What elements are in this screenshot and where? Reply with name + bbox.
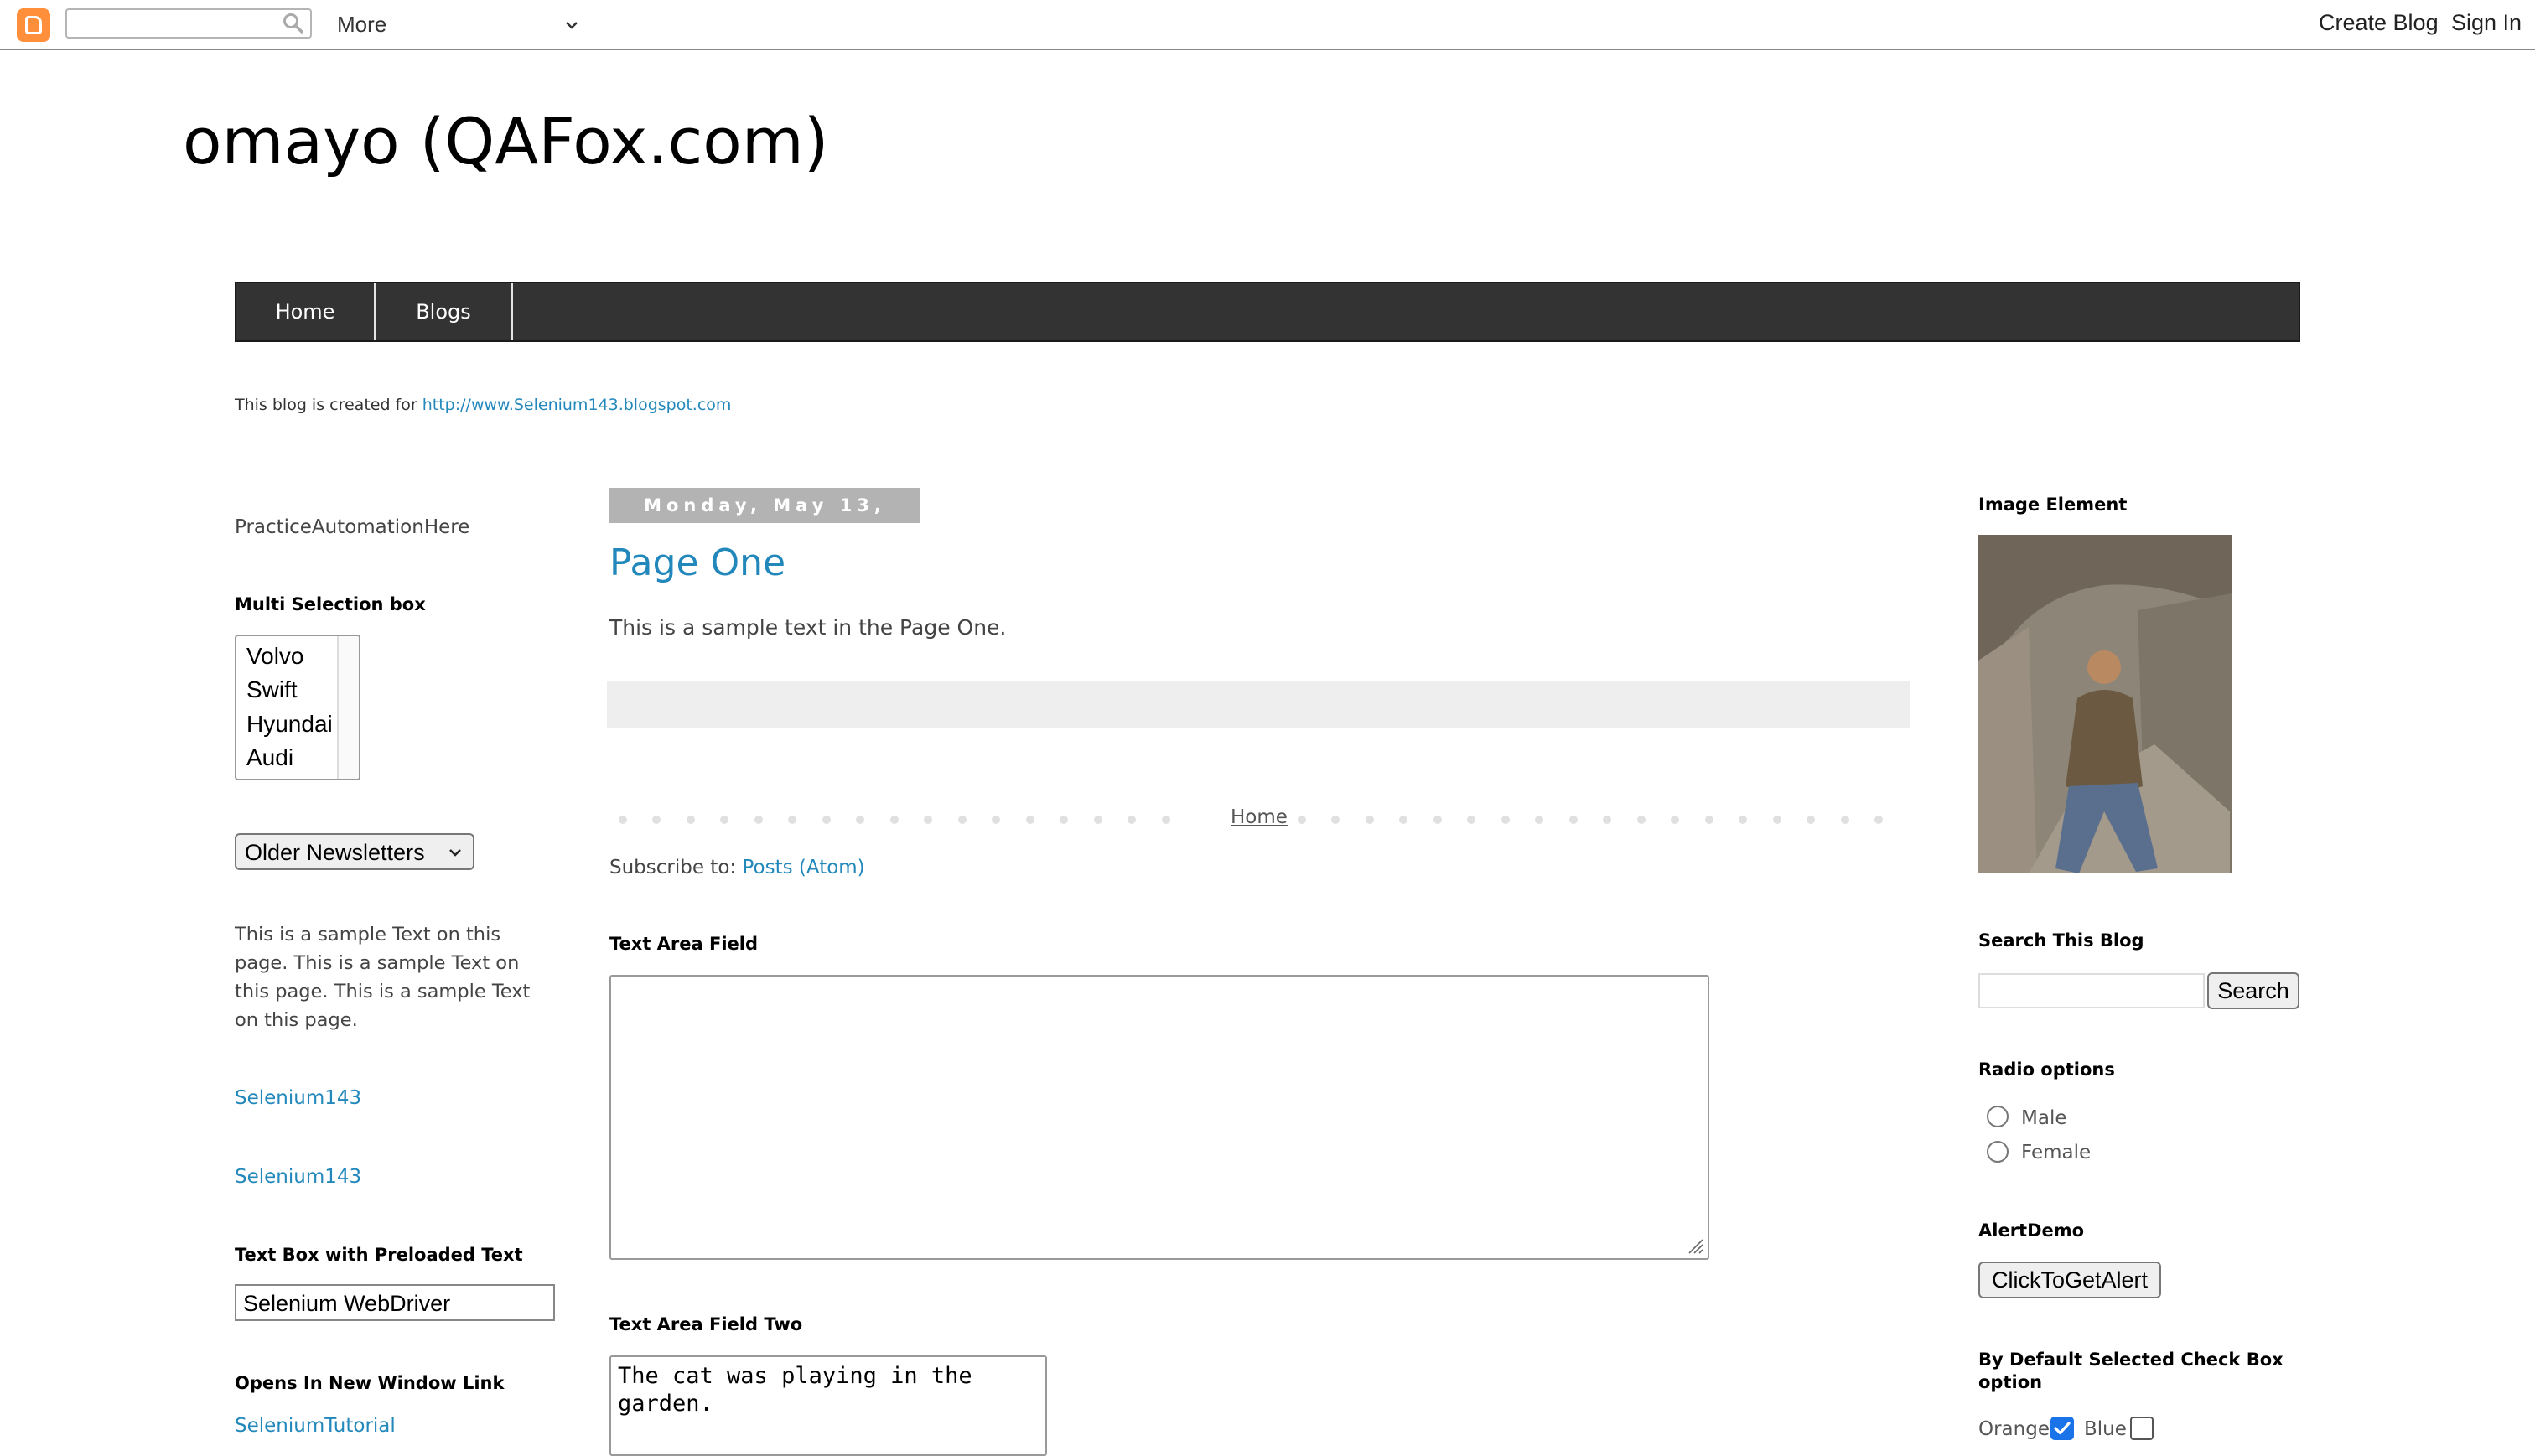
practice-automation-text: PracticeAutomationHere — [235, 516, 470, 538]
subscribe-text: Subscribe to: — [609, 857, 743, 878]
post-body: This is a sample text in the Page One. — [609, 615, 1007, 640]
search-button[interactable]: Search — [2207, 972, 2299, 1009]
resize-grip-icon[interactable] — [1686, 1236, 1704, 1255]
checkbox-heading: By Default Selected Check Box — [1978, 1350, 2284, 1370]
blue-checkbox-label: Blue — [2084, 1418, 2127, 1440]
more-menu[interactable]: More — [337, 12, 386, 38]
blogger-navbar: More Create Blog Sign In — [0, 0, 2535, 50]
page-tabs: Home Blogs — [235, 282, 2300, 342]
post-date-header: Monday, May 13, 2013 — [609, 488, 920, 551]
text-area-field[interactable] — [609, 975, 1709, 1260]
select-option-audi[interactable]: Audi — [246, 744, 293, 771]
multi-selection-box[interactable]: Volvo Swift Hyundai Audi — [235, 635, 360, 780]
radio-female[interactable] — [1987, 1141, 2009, 1163]
description-link[interactable]: http://www.Selenium143.blogspot.com — [422, 396, 732, 414]
select-scrollbar[interactable] — [337, 636, 359, 779]
sign-in-link[interactable]: Sign In — [2451, 10, 2522, 36]
image-element-heading: Image Element — [1978, 495, 2128, 515]
checkbox-heading-line2: option — [1978, 1372, 2043, 1392]
dropdown-selected-value: Older Newsletters — [245, 840, 425, 865]
select-option-swift[interactable]: Swift — [246, 676, 298, 703]
radio-male[interactable] — [1987, 1106, 2009, 1127]
preloaded-textbox-heading: Text Box with Preloaded Text — [235, 1245, 523, 1265]
older-newsletters-dropdown[interactable]: Older Newsletters — [235, 833, 474, 870]
blog-title[interactable]: omayo (QAFox.com) — [183, 104, 828, 179]
selenium-tutorial-link[interactable]: SeleniumTutorial — [235, 1415, 396, 1437]
chevron-down-icon — [449, 849, 461, 857]
radio-options-heading: Radio options — [1978, 1060, 2115, 1080]
sample-text-paragraph: This is a sample Text on this page. This… — [235, 924, 531, 1031]
search-icon[interactable] — [282, 12, 305, 35]
new-window-heading: Opens In New Window Link — [235, 1373, 505, 1393]
pager-home-link[interactable]: Home — [1231, 806, 1288, 828]
multi-select-heading: Multi Selection box — [235, 594, 426, 614]
tab-blogs[interactable]: Blogs — [376, 283, 513, 340]
blue-checkbox[interactable] — [2130, 1417, 2154, 1440]
posts-atom-link[interactable]: Posts (Atom) — [742, 857, 864, 878]
post-title[interactable]: Page One — [609, 541, 785, 584]
blog-description: This blog is created for http://www.Sele… — [235, 396, 731, 414]
subscribe-line: Subscribe to: Posts (Atom) — [609, 857, 865, 878]
alert-demo-heading: AlertDemo — [1978, 1220, 2085, 1241]
search-blog-heading: Search This Blog — [1978, 930, 2144, 951]
orange-checkbox[interactable] — [2050, 1417, 2074, 1440]
selenium143-link-1[interactable]: Selenium143 — [235, 1087, 361, 1109]
tab-home[interactable]: Home — [236, 283, 376, 340]
radio-male-label: Male — [2021, 1107, 2067, 1129]
create-blog-link[interactable]: Create Blog — [2319, 10, 2439, 36]
preloaded-text-input[interactable]: Selenium WebDriver — [235, 1284, 555, 1321]
click-to-get-alert-button[interactable]: ClickToGetAlert — [1978, 1262, 2161, 1298]
description-text: This blog is created for — [235, 396, 422, 414]
navbar-search-input[interactable] — [65, 8, 312, 39]
textarea-two-heading: Text Area Field Two — [609, 1314, 803, 1334]
select-option-hyundai[interactable]: Hyundai — [246, 711, 333, 738]
textarea-field-heading: Text Area Field — [609, 934, 759, 954]
profile-photo-image — [1978, 535, 2232, 873]
select-option-volvo[interactable]: Volvo — [246, 643, 304, 670]
text-area-field-two[interactable]: The cat was playing in the garden. — [609, 1355, 1047, 1456]
chevron-down-icon[interactable] — [562, 15, 582, 35]
preloaded-text-value: Selenium WebDriver — [243, 1291, 451, 1316]
textarea-two-value: The cat was playing in the garden. — [618, 1363, 986, 1417]
blogger-logo-icon[interactable] — [17, 8, 50, 42]
search-blog-input[interactable] — [1978, 973, 2205, 1008]
selenium143-link-2[interactable]: Selenium143 — [235, 1166, 361, 1188]
post-footer — [607, 681, 1910, 728]
orange-checkbox-label: Orange — [1978, 1418, 2050, 1440]
radio-female-label: Female — [2021, 1142, 2092, 1163]
